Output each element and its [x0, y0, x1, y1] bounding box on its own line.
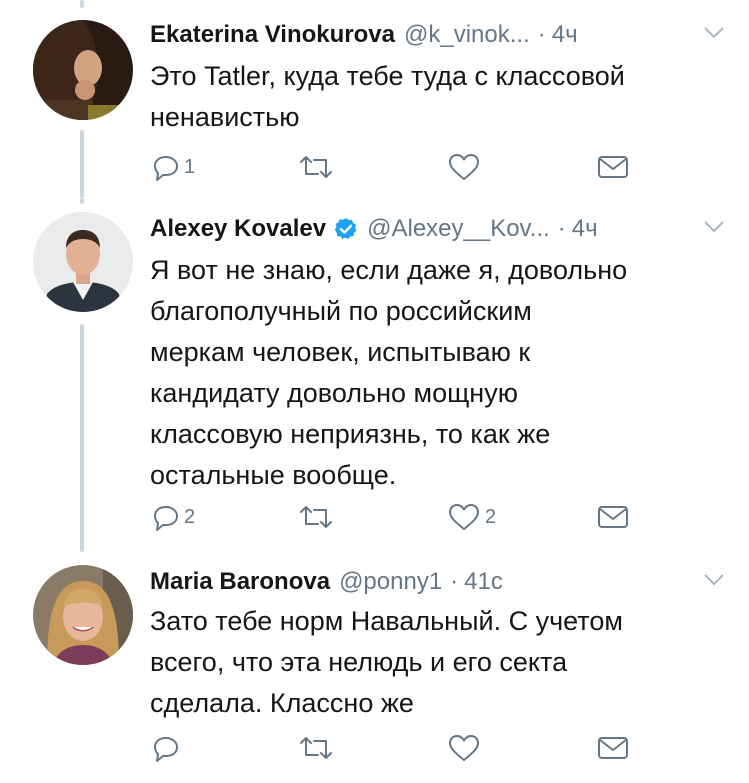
tweet-text: Я вот не знаю, если даже я, довольно бла… — [150, 250, 730, 496]
tweet-text: Зато тебе норм Навальный. С учетом всего… — [150, 601, 730, 724]
text-line: меркам человек, испытываю к — [150, 337, 531, 367]
text-line: классовую неприязнь, то как же — [150, 419, 551, 449]
caret-down-icon[interactable] — [703, 573, 725, 587]
tweet-actions: 1 — [150, 152, 670, 188]
retweet-icon — [300, 156, 332, 178]
reply-icon — [154, 737, 178, 762]
tweet-actions: 2 2 — [150, 502, 670, 538]
avatar[interactable] — [33, 20, 133, 120]
message-button[interactable] — [596, 152, 630, 182]
like-count: 2 — [485, 505, 497, 528]
like-button[interactable] — [447, 152, 481, 182]
thread-line — [80, 130, 84, 198]
tweet-header: Ekaterina Vinokurova @k_vinok... · 4ч — [150, 18, 725, 52]
message-icon — [598, 737, 628, 759]
retweet-icon — [300, 737, 332, 759]
text-line: Зато тебе норм Навальный. С учетом — [150, 606, 623, 636]
like-icon — [449, 504, 479, 530]
message-icon — [598, 156, 628, 178]
retweet-button[interactable] — [298, 152, 334, 182]
like-button[interactable] — [447, 733, 481, 763]
verified-icon — [334, 218, 357, 239]
author-name[interactable]: Maria Baronova — [150, 568, 330, 596]
timestamp[interactable]: 4ч — [572, 215, 598, 243]
message-button[interactable] — [596, 733, 630, 763]
text-line: сделала. Классно же — [150, 688, 414, 718]
text-line: благополучный по российским — [150, 296, 532, 326]
reply-button[interactable] — [150, 733, 180, 763]
like-icon — [449, 154, 479, 180]
tweet-text: Это Tatler, куда тебе туда с классовой н… — [150, 56, 730, 138]
thread-line — [80, 324, 84, 552]
message-icon — [598, 506, 628, 528]
text-line: Я вот не знаю, если даже я, довольно — [150, 255, 628, 285]
thread-line-top — [80, 0, 84, 8]
text-line: кандидату довольно мощную — [150, 378, 518, 408]
text-line: Это Tatler, куда тебе туда с классовой — [150, 61, 625, 91]
message-button[interactable] — [596, 502, 630, 532]
reply-button[interactable]: 1 — [150, 152, 195, 182]
caret-down-icon[interactable] — [703, 26, 725, 40]
author-handle[interactable]: @Alexey__Kov... — [367, 215, 550, 243]
avatar[interactable] — [33, 565, 133, 665]
reply-icon — [154, 156, 178, 181]
retweet-icon — [300, 506, 332, 528]
timestamp[interactable]: 41с — [464, 568, 503, 596]
like-icon — [449, 735, 479, 761]
text-line: ненавистью — [150, 102, 300, 132]
avatar[interactable] — [33, 212, 133, 312]
author-name[interactable]: Ekaterina Vinokurova — [150, 21, 395, 49]
like-button[interactable]: 2 — [447, 502, 496, 532]
reply-icon — [154, 506, 178, 531]
thread-line — [80, 198, 84, 204]
author-name[interactable]: Alexey Kovalev — [150, 215, 326, 243]
tweet-header: Maria Baronova @ponny1 · 41с — [150, 565, 725, 599]
retweet-button[interactable] — [298, 502, 334, 532]
reply-button[interactable]: 2 — [150, 502, 195, 532]
text-line: всего, что эта нелюдь и его секта — [150, 647, 568, 677]
separator-dot: · — [557, 215, 566, 242]
tweet-header: Alexey Kovalev @Alexey__Kov... · 4ч — [150, 212, 725, 246]
separator-dot: · — [537, 21, 546, 48]
separator-dot: · — [450, 568, 459, 595]
caret-down-icon[interactable] — [703, 220, 725, 234]
timestamp[interactable]: 4ч — [552, 21, 578, 49]
tweet-actions — [150, 733, 670, 769]
author-handle[interactable]: @k_vinok... — [404, 21, 530, 49]
reply-count: 2 — [184, 505, 196, 528]
reply-count: 1 — [184, 155, 196, 178]
tweet-1[interactable]: Ekaterina Vinokurova @k_vinok... · 4ч Эт… — [0, 18, 749, 198]
tweet-3[interactable]: Maria Baronova @ponny1 · 41с Зато тебе н… — [0, 565, 749, 783]
tweet-2[interactable]: Alexey Kovalev @Alexey__Kov... · 4ч Я во… — [0, 198, 749, 552]
text-line: остальные вообще. — [150, 460, 397, 490]
retweet-button[interactable] — [298, 733, 334, 763]
author-handle[interactable]: @ponny1 — [339, 568, 442, 596]
